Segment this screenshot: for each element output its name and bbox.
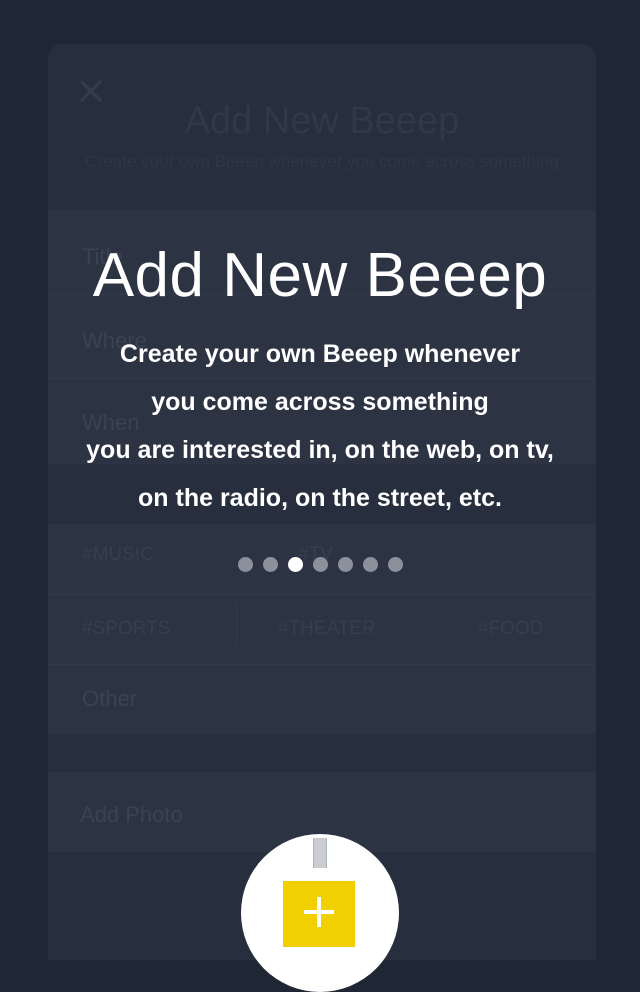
page-dot[interactable]	[337, 557, 353, 572]
divider	[48, 594, 596, 595]
other-category[interactable]: Other	[82, 686, 137, 712]
description-line: you come across something	[151, 388, 489, 416]
page-dot[interactable]	[362, 557, 378, 572]
page-indicator[interactable]	[0, 557, 640, 572]
onboarding-description: Create your own Beeep whenever you come …	[0, 330, 640, 522]
category-food[interactable]: #FOOD	[478, 618, 543, 640]
onboarding-title: Add New Beeep	[92, 241, 548, 310]
page-dot[interactable]	[237, 557, 253, 572]
category-sports[interactable]: #SPORTS	[82, 618, 170, 640]
categories-section: #MUSIC #TV #SPORTS #THEATER #FOOD Other	[48, 524, 596, 734]
form-title: Add New Beeep	[184, 100, 460, 142]
add-button-stem	[313, 838, 327, 868]
description-line: you are interested in, on the web, on tv…	[86, 436, 554, 464]
description-line: on the radio, on the street, etc.	[138, 484, 502, 512]
page-dot[interactable]	[312, 557, 328, 572]
page-dot[interactable]	[262, 557, 278, 572]
form-subtitle: Create your own Beeep whenever you come …	[85, 152, 559, 171]
plus-icon	[302, 895, 336, 934]
page-dot-active[interactable]	[287, 557, 303, 572]
add-beeep-button[interactable]	[283, 881, 355, 947]
divider	[236, 604, 237, 644]
divider	[48, 664, 596, 665]
add-photo-button[interactable]: Add Photo	[80, 802, 183, 828]
category-theater[interactable]: #THEATER	[278, 618, 376, 640]
description-line: Create your own Beeep whenever	[119, 340, 521, 368]
page-dot[interactable]	[387, 557, 403, 572]
